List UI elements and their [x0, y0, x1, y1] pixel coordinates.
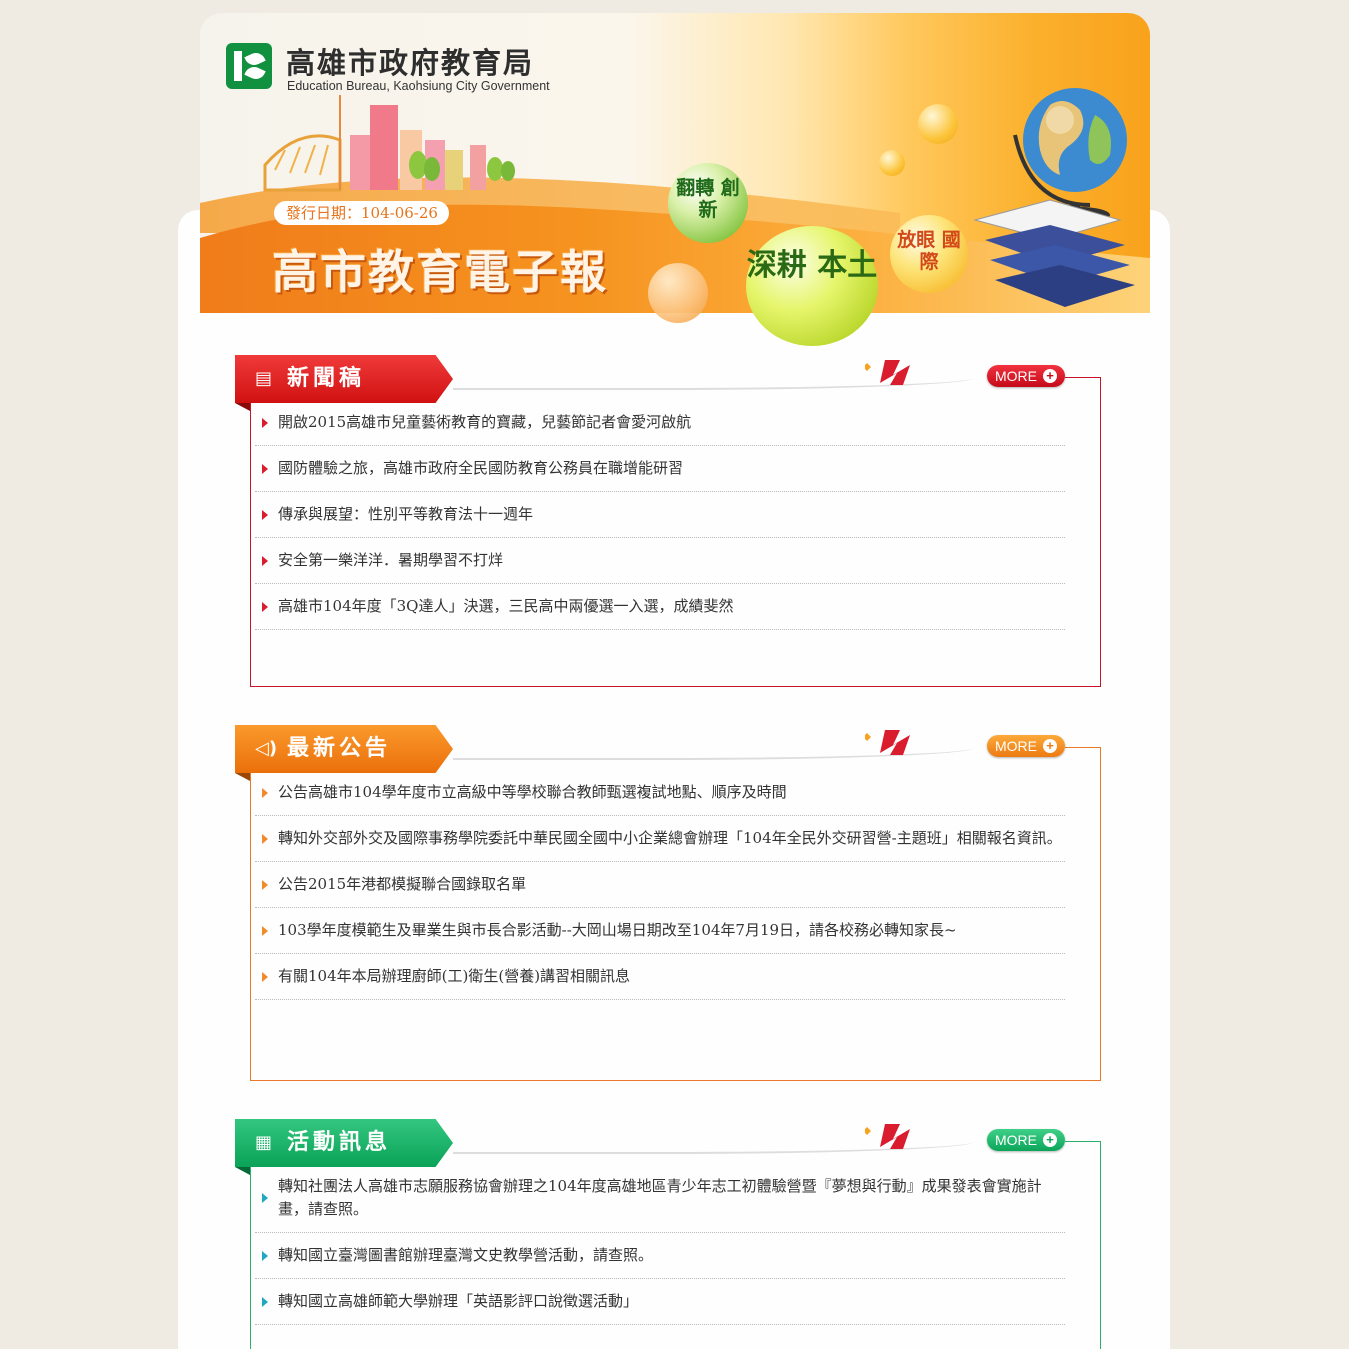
bullet-arrow-icon — [262, 1250, 268, 1261]
activity-link[interactable]: 轉知國立高雄師範大學辦理「英語影評口說徵選活動」 — [278, 1292, 638, 1310]
announcement-link[interactable]: 轉知外交部外交及國際事務學院委託中華民國全國中小企業總會辦理「104年全民外交研… — [278, 829, 1062, 847]
sparkle-arrow-icon — [865, 1124, 910, 1149]
bubble-flip-innovate: 翻轉 創新 — [668, 163, 748, 243]
news-more-button[interactable]: MORE + — [987, 365, 1065, 387]
list-item[interactable]: 安全第一樂洋洋．暑期學習不打烊 — [255, 538, 1065, 584]
activity-link[interactable]: 轉知國立臺灣圖書館辦理臺灣文史教學營活動，請查照。 — [278, 1246, 653, 1264]
list-item[interactable]: 開啟2015高雄市兒童藝術教育的寶藏，兒藝節記者會愛河啟航 — [255, 400, 1065, 446]
bullet-arrow-icon — [262, 925, 268, 936]
plus-icon: + — [1043, 739, 1057, 753]
announcement-link[interactable]: 103學年度模範生及畢業生與市長合影活動--大岡山場日期改至104年7月19日，… — [278, 921, 957, 939]
news-link[interactable]: 高雄市104年度「3Q達人」決選，三民高中兩優選一入選，成績斐然 — [278, 597, 733, 615]
news-tab[interactable]: ▤ 新聞稿 — [235, 355, 453, 403]
announcement-link[interactable]: 有關104年本局辦理廚師(工)衛生(營養)講習相關訊息 — [278, 967, 630, 985]
list-item[interactable]: 公告2015年港都模擬聯合國錄取名單 — [255, 862, 1065, 908]
org-subtitle: Education Bureau, Kaohsiung City Governm… — [287, 79, 550, 93]
bubble-global-view: 放眼 國際 — [890, 215, 968, 293]
bullet-arrow-icon — [262, 833, 268, 844]
news-link[interactable]: 國防體驗之旅，高雄市政府全民國防教育公務員在職增能研習 — [278, 459, 683, 477]
document-icon: ▤ — [255, 368, 273, 389]
org-title[interactable]: 高雄市政府教育局 — [286, 40, 534, 82]
activities-list: 轉知社團法人高雄市志願服務協會辦理之104年度高雄地區青少年志工初體驗營暨『夢想… — [255, 1164, 1065, 1325]
announcements-tab[interactable]: ◁) 最新公告 — [235, 725, 453, 773]
announcements-list: 公告高雄市104學年度市立高級中等學校聯合教師甄選複試地點、順序及時間 轉知外交… — [255, 770, 1065, 1000]
decor-orb — [879, 150, 905, 176]
bullet-arrow-icon — [262, 463, 268, 474]
activities-tab[interactable]: ▦ 活動訊息 — [235, 1119, 453, 1167]
newsletter-title: 高市教育電子報 — [272, 245, 608, 299]
sparkle-arrow-icon — [865, 360, 910, 385]
bullet-arrow-icon — [262, 601, 268, 612]
announcement-link[interactable]: 公告2015年港都模擬聯合國錄取名單 — [278, 875, 526, 893]
activity-link[interactable]: 轉知社團法人高雄市志願服務協會辦理之104年度高雄地區青少年志工初體驗營暨『夢想… — [278, 1177, 1042, 1218]
list-item[interactable]: 轉知國立高雄師範大學辦理「英語影評口說徵選活動」 — [255, 1279, 1065, 1325]
bullet-arrow-icon — [262, 555, 268, 566]
list-item[interactable]: 103學年度模範生及畢業生與市長合影活動--大岡山場日期改至104年7月19日，… — [255, 908, 1065, 954]
plus-icon: + — [1043, 369, 1057, 383]
announcements-more-button[interactable]: MORE + — [987, 735, 1065, 757]
announcement-link[interactable]: 公告高雄市104學年度市立高級中等學校聯合教師甄選複試地點、順序及時間 — [278, 783, 787, 801]
news-title: 新聞稿 — [287, 366, 366, 391]
bullet-arrow-icon — [262, 1193, 268, 1203]
activities-more-button[interactable]: MORE + — [987, 1129, 1065, 1151]
decor-orb — [918, 104, 958, 144]
calendar-icon: ▦ — [255, 1132, 273, 1153]
bureau-logo-icon[interactable] — [226, 43, 272, 89]
news-link[interactable]: 傳承與展望：性別平等教育法十一週年 — [278, 505, 533, 523]
list-item[interactable]: 國防體驗之旅，高雄市政府全民國防教育公務員在職增能研習 — [255, 446, 1065, 492]
news-link[interactable]: 安全第一樂洋洋．暑期學習不打烊 — [278, 551, 503, 569]
list-item[interactable]: 轉知外交部外交及國際事務學院委託中華民國全國中小企業總會辦理「104年全民外交研… — [255, 816, 1065, 862]
plus-icon: + — [1043, 1133, 1057, 1147]
bullet-arrow-icon — [262, 971, 268, 982]
list-item[interactable]: 有關104年本局辦理廚師(工)衛生(營養)講習相關訊息 — [255, 954, 1065, 1000]
bullet-arrow-icon — [262, 879, 268, 890]
bubble-deep-local: 深耕 本土 — [746, 226, 878, 346]
list-item[interactable]: 高雄市104年度「3Q達人」決選，三民高中兩優選一入選，成績斐然 — [255, 584, 1065, 630]
decor-orb — [648, 263, 708, 323]
city-skyline-icon — [263, 95, 515, 192]
bullet-arrow-icon — [262, 509, 268, 520]
news-link[interactable]: 開啟2015高雄市兒童藝術教育的寶藏，兒藝節記者會愛河啟航 — [278, 413, 691, 431]
sparkle-arrow-icon — [865, 730, 910, 755]
issue-date: 發行日期：104-06-26 — [274, 201, 449, 225]
announcements-title: 最新公告 — [287, 736, 392, 761]
bullet-arrow-icon — [262, 787, 268, 798]
bullet-arrow-icon — [262, 417, 268, 428]
list-item[interactable]: 傳承與展望：性別平等教育法十一週年 — [255, 492, 1065, 538]
list-item[interactable]: 公告高雄市104學年度市立高級中等學校聯合教師甄選複試地點、順序及時間 — [255, 770, 1065, 816]
megaphone-icon: ◁) — [255, 738, 278, 759]
bullet-arrow-icon — [262, 1296, 268, 1307]
news-list: 開啟2015高雄市兒童藝術教育的寶藏，兒藝節記者會愛河啟航 國防體驗之旅，高雄市… — [255, 400, 1065, 630]
globe-books-icon — [973, 88, 1135, 307]
list-item[interactable]: 轉知國立臺灣圖書館辦理臺灣文史教學營活動，請查照。 — [255, 1233, 1065, 1279]
activities-title: 活動訊息 — [287, 1130, 392, 1155]
list-item[interactable]: 轉知社團法人高雄市志願服務協會辦理之104年度高雄地區青少年志工初體驗營暨『夢想… — [255, 1164, 1065, 1233]
